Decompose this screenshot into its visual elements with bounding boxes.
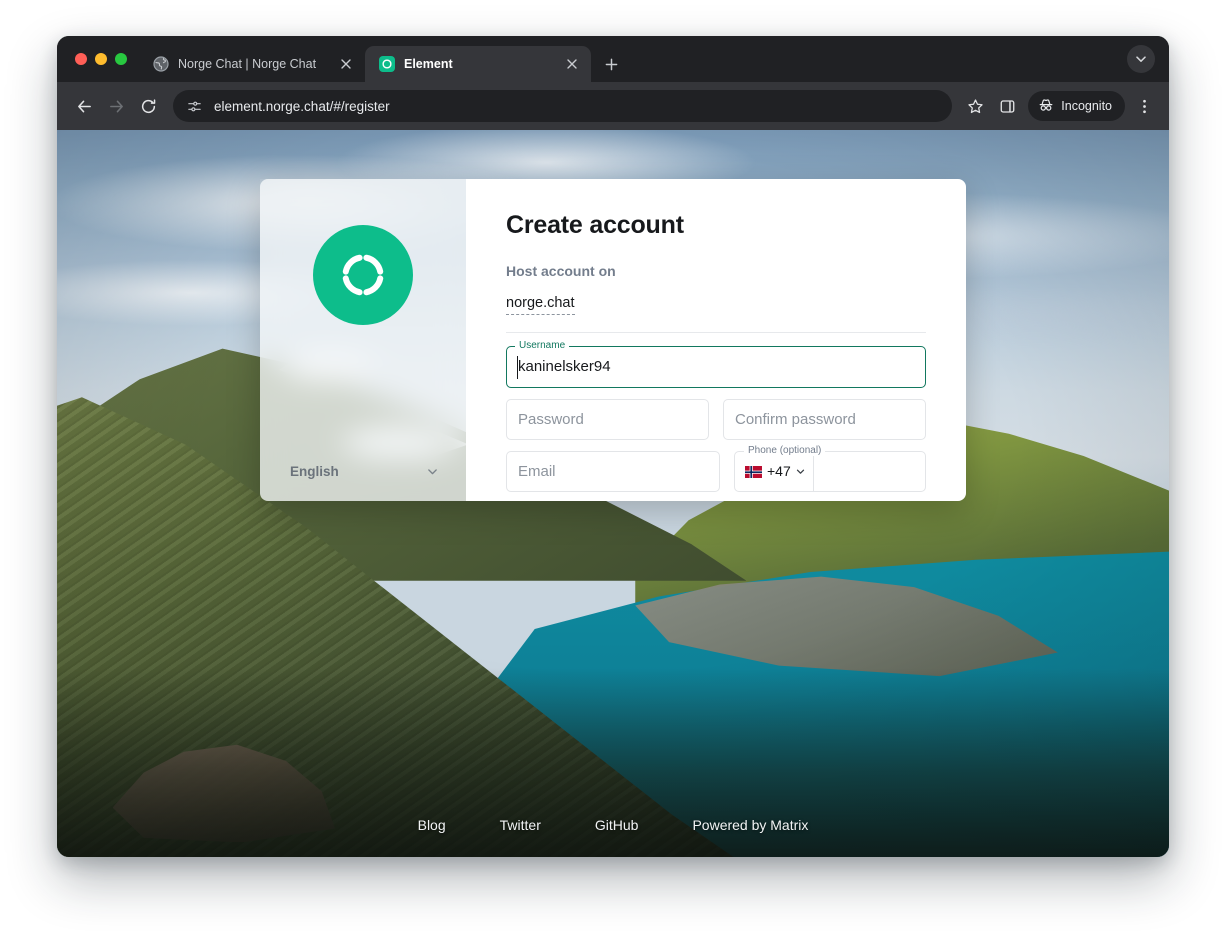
tab-close-icon[interactable] <box>563 55 581 73</box>
address-bar[interactable]: element.norge.chat/#/register <box>173 90 953 122</box>
auth-card-left-panel: English <box>260 179 466 501</box>
browser-tab-element[interactable]: Element <box>365 46 591 82</box>
element-icon <box>379 56 395 72</box>
bookmark-star-icon[interactable] <box>960 91 990 121</box>
password-row: Password Confirm password <box>506 398 926 440</box>
new-tab-button[interactable] <box>597 50 625 78</box>
language-selector-value: English <box>290 464 339 479</box>
back-button[interactable] <box>69 91 99 121</box>
footer-link-blog[interactable]: Blog <box>418 817 446 833</box>
chrome-menu-icon[interactable] <box>1129 91 1159 121</box>
window-maximize-button[interactable] <box>115 53 127 65</box>
page-footer: Blog Twitter GitHub Powered by Matrix <box>57 817 1169 833</box>
reload-button[interactable] <box>133 91 163 121</box>
tab-search-chevron-icon[interactable] <box>1127 45 1155 73</box>
language-selector[interactable]: English <box>290 464 438 479</box>
incognito-icon <box>1038 97 1054 116</box>
element-logo-icon <box>313 225 413 325</box>
phone-number-input[interactable] <box>814 452 925 491</box>
email-phone-row: Email Phone (optional) +47 <box>506 444 926 492</box>
phone-field[interactable]: Phone (optional) +47 <box>734 444 926 492</box>
text-caret <box>517 355 518 379</box>
footer-link-twitter[interactable]: Twitter <box>500 817 541 833</box>
incognito-indicator[interactable]: Incognito <box>1028 91 1125 121</box>
confirm-password-field-placeholder: Confirm password <box>735 410 856 428</box>
username-field-value: kaninelsker94 <box>518 358 611 376</box>
email-field-placeholder: Email <box>518 462 556 480</box>
confirm-password-field[interactable]: Confirm password <box>723 398 926 440</box>
form-divider-top <box>506 331 926 333</box>
url-text: element.norge.chat/#/register <box>214 98 390 114</box>
norway-flag-icon <box>745 465 762 479</box>
forward-button[interactable] <box>101 91 131 121</box>
page-viewport: English Create account Host account on n… <box>57 130 1169 857</box>
phone-field-label: Phone (optional) <box>744 444 826 456</box>
page-title: Create account <box>506 211 684 239</box>
auth-card-form-panel: Create account Host account on norge.cha… <box>466 179 966 501</box>
chevron-down-icon <box>796 467 805 476</box>
browser-window: Norge Chat | Norge Chat Element element.… <box>57 36 1169 857</box>
side-panel-icon[interactable] <box>992 91 1022 121</box>
password-field-placeholder: Password <box>518 410 584 428</box>
host-server-value[interactable]: norge.chat <box>506 295 575 315</box>
auth-card: English Create account Host account on n… <box>260 179 966 501</box>
phone-country-code: +47 <box>767 463 791 480</box>
tab-strip: Norge Chat | Norge Chat Element <box>57 36 1169 82</box>
globe-icon <box>153 56 169 72</box>
tune-icon[interactable] <box>185 97 203 115</box>
password-field[interactable]: Password <box>506 398 709 440</box>
chevron-down-icon <box>427 466 438 477</box>
footer-link-github[interactable]: GitHub <box>595 817 639 833</box>
tab-close-icon[interactable] <box>337 55 355 73</box>
username-field[interactable]: Username kaninelsker94 <box>506 339 926 388</box>
browser-tab-norge-chat[interactable]: Norge Chat | Norge Chat <box>139 46 365 82</box>
username-field-label: Username <box>515 339 570 351</box>
browser-toolbar: element.norge.chat/#/register Incognito <box>57 82 1169 130</box>
phone-country-selector[interactable]: +47 <box>735 451 814 491</box>
window-controls <box>71 36 139 82</box>
window-minimize-button[interactable] <box>95 53 107 65</box>
email-field[interactable]: Email <box>506 450 720 492</box>
window-close-button[interactable] <box>75 53 87 65</box>
incognito-label: Incognito <box>1061 99 1112 113</box>
footer-link-matrix[interactable]: Powered by Matrix <box>692 817 808 833</box>
tab-title: Element <box>404 57 453 71</box>
host-account-label: Host account on <box>506 263 616 279</box>
tab-title: Norge Chat | Norge Chat <box>178 57 317 71</box>
